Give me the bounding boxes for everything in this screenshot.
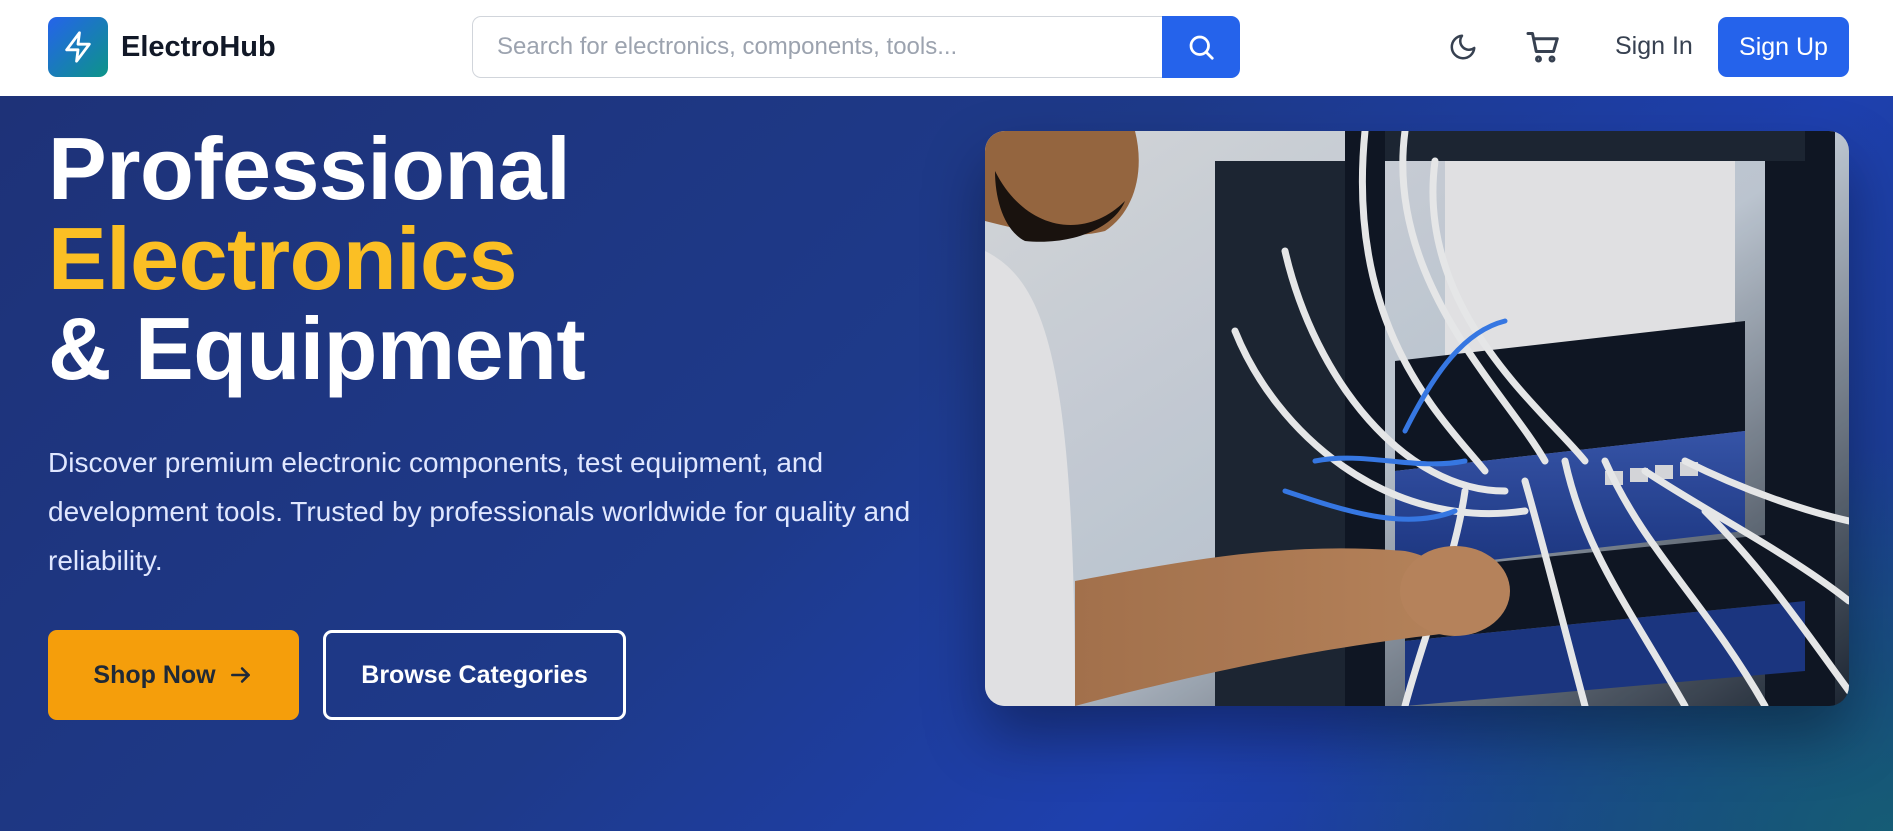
search-button[interactable] (1162, 16, 1240, 78)
search-bar (472, 16, 1240, 78)
hero-image (985, 131, 1849, 706)
brand-name: ElectroHub (121, 30, 276, 63)
hero-section: Professional Electronics & Equipment Dis… (0, 96, 1893, 831)
shop-now-button[interactable]: Shop Now (48, 630, 299, 720)
brand-logo[interactable]: ElectroHub (48, 17, 276, 77)
hero-title-line-2: Electronics (48, 209, 517, 308)
theme-toggle-button[interactable] (1444, 28, 1482, 66)
sign-in-link[interactable]: Sign In (1615, 32, 1693, 61)
shop-now-label: Shop Now (93, 660, 216, 689)
hero-title-line-1: Professional (48, 119, 571, 218)
moon-icon (1450, 34, 1476, 60)
hero-title: Professional Electronics & Equipment (48, 119, 586, 398)
cart-icon (1526, 32, 1559, 63)
cart-button[interactable] (1522, 27, 1564, 67)
search-input[interactable] (472, 16, 1162, 78)
lightning-bolt-icon (48, 17, 108, 77)
hero-description: Discover premium electronic components, … (48, 447, 911, 576)
search-icon (1189, 35, 1214, 60)
hero-title-line-3: & Equipment (48, 299, 586, 398)
sign-up-button[interactable]: Sign Up (1718, 17, 1849, 77)
browse-categories-button[interactable]: Browse Categories (323, 630, 626, 720)
arrow-right-icon (228, 662, 254, 688)
top-navbar: ElectroHub Sign In Sign Up (0, 0, 1893, 96)
